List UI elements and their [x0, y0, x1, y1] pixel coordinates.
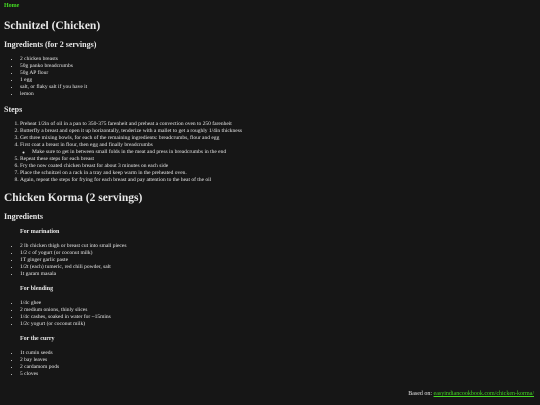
substep-list: Make sure to get in between small folds …: [20, 149, 536, 156]
home-link[interactable]: Home: [4, 3, 536, 12]
step-item: First coat a breast in flour, then egg a…: [20, 142, 536, 156]
list-item: 1/2 c of yogurt (or coconut milk): [20, 250, 536, 257]
list-item: 1t garam masala: [20, 271, 536, 278]
step-item: Place the schnitzel on a rack in a tray …: [20, 170, 536, 177]
curry-heading: For the curry: [20, 336, 55, 342]
list-item: 50g AP flour: [20, 70, 536, 77]
list-item: 5 cloves: [20, 371, 536, 378]
list-item: 2 lb chicken thigh or breast cut into sm…: [20, 243, 536, 250]
list-item: 1 egg: [20, 77, 536, 84]
blending-list: 1/4c ghee 2 medium onions, thinly slices…: [4, 300, 536, 328]
list-item: 1/2c yogurt (or coconut milk): [20, 321, 536, 328]
schnitzel-ingredients-heading: Ingredients (for 2 servings): [4, 40, 97, 49]
schnitzel-title: Schnitzel (Chicken): [4, 20, 101, 32]
list-item: 1T ginger garlic paste: [20, 257, 536, 264]
schnitzel-steps-heading: Steps: [4, 105, 23, 114]
schnitzel-ingredients-list: 2 chicken breasts 50g panko breadcrumbs …: [4, 56, 536, 98]
list-item: 2 cardamom pods: [20, 364, 536, 371]
step-item: Fry the now coated chicken breast for ab…: [20, 163, 536, 170]
korma-title: Chicken Korma (2 servings): [4, 192, 143, 204]
list-item: 2 chicken breasts: [20, 56, 536, 63]
recipe-page: Home Schnitzel (Chicken) Ingredients (fo…: [4, 3, 536, 385]
step-text: First coat a breast in flour, then egg a…: [20, 142, 153, 148]
step-item: Repeat these steps for each breast: [20, 156, 536, 163]
list-item: 50g panko breadcrumbs: [20, 63, 536, 70]
marination-heading: For marination: [20, 229, 60, 235]
list-item: lemon: [20, 91, 536, 98]
korma-ingredients-heading: Ingredients: [4, 212, 43, 221]
list-item: 1/2t (each) tumeric, red chili powder, s…: [20, 264, 536, 271]
schnitzel-steps-list: Preheat 1/2in of oil in a pan to 350-375…: [4, 121, 536, 184]
step-item: Butterfly a breast and open it up horizo…: [20, 128, 536, 135]
list-item: salt, or flaky salt if you have it: [20, 84, 536, 91]
marination-list: 2 lb chicken thigh or breast cut into sm…: [4, 243, 536, 278]
step-item: Get three mixing bowls, for each of the …: [20, 135, 536, 142]
curry-list: 1t cumin seeds 2 bay leaves 2 cardamom p…: [4, 350, 536, 378]
step-item: Again, repeat the steps for frying for e…: [20, 177, 536, 184]
list-item: 1/4c ghee: [20, 300, 536, 307]
blending-heading: For blending: [20, 286, 54, 292]
source-attribution: Based on: easyindiancookbook.com/chicken…: [406, 390, 536, 398]
substep-item: Make sure to get in between small folds …: [32, 149, 536, 156]
source-link[interactable]: easyindiancookbook.com/chicken-korma/: [434, 391, 534, 397]
based-on-label: Based on:: [408, 391, 433, 397]
list-item: 2 bay leaves: [20, 357, 536, 364]
list-item: 1/4c cashes, soaked in water for ~15mins: [20, 314, 536, 321]
list-item: 1t cumin seeds: [20, 350, 536, 357]
step-item: Preheat 1/2in of oil in a pan to 350-375…: [20, 121, 536, 128]
list-item: 2 medium onions, thinly slices: [20, 307, 536, 314]
